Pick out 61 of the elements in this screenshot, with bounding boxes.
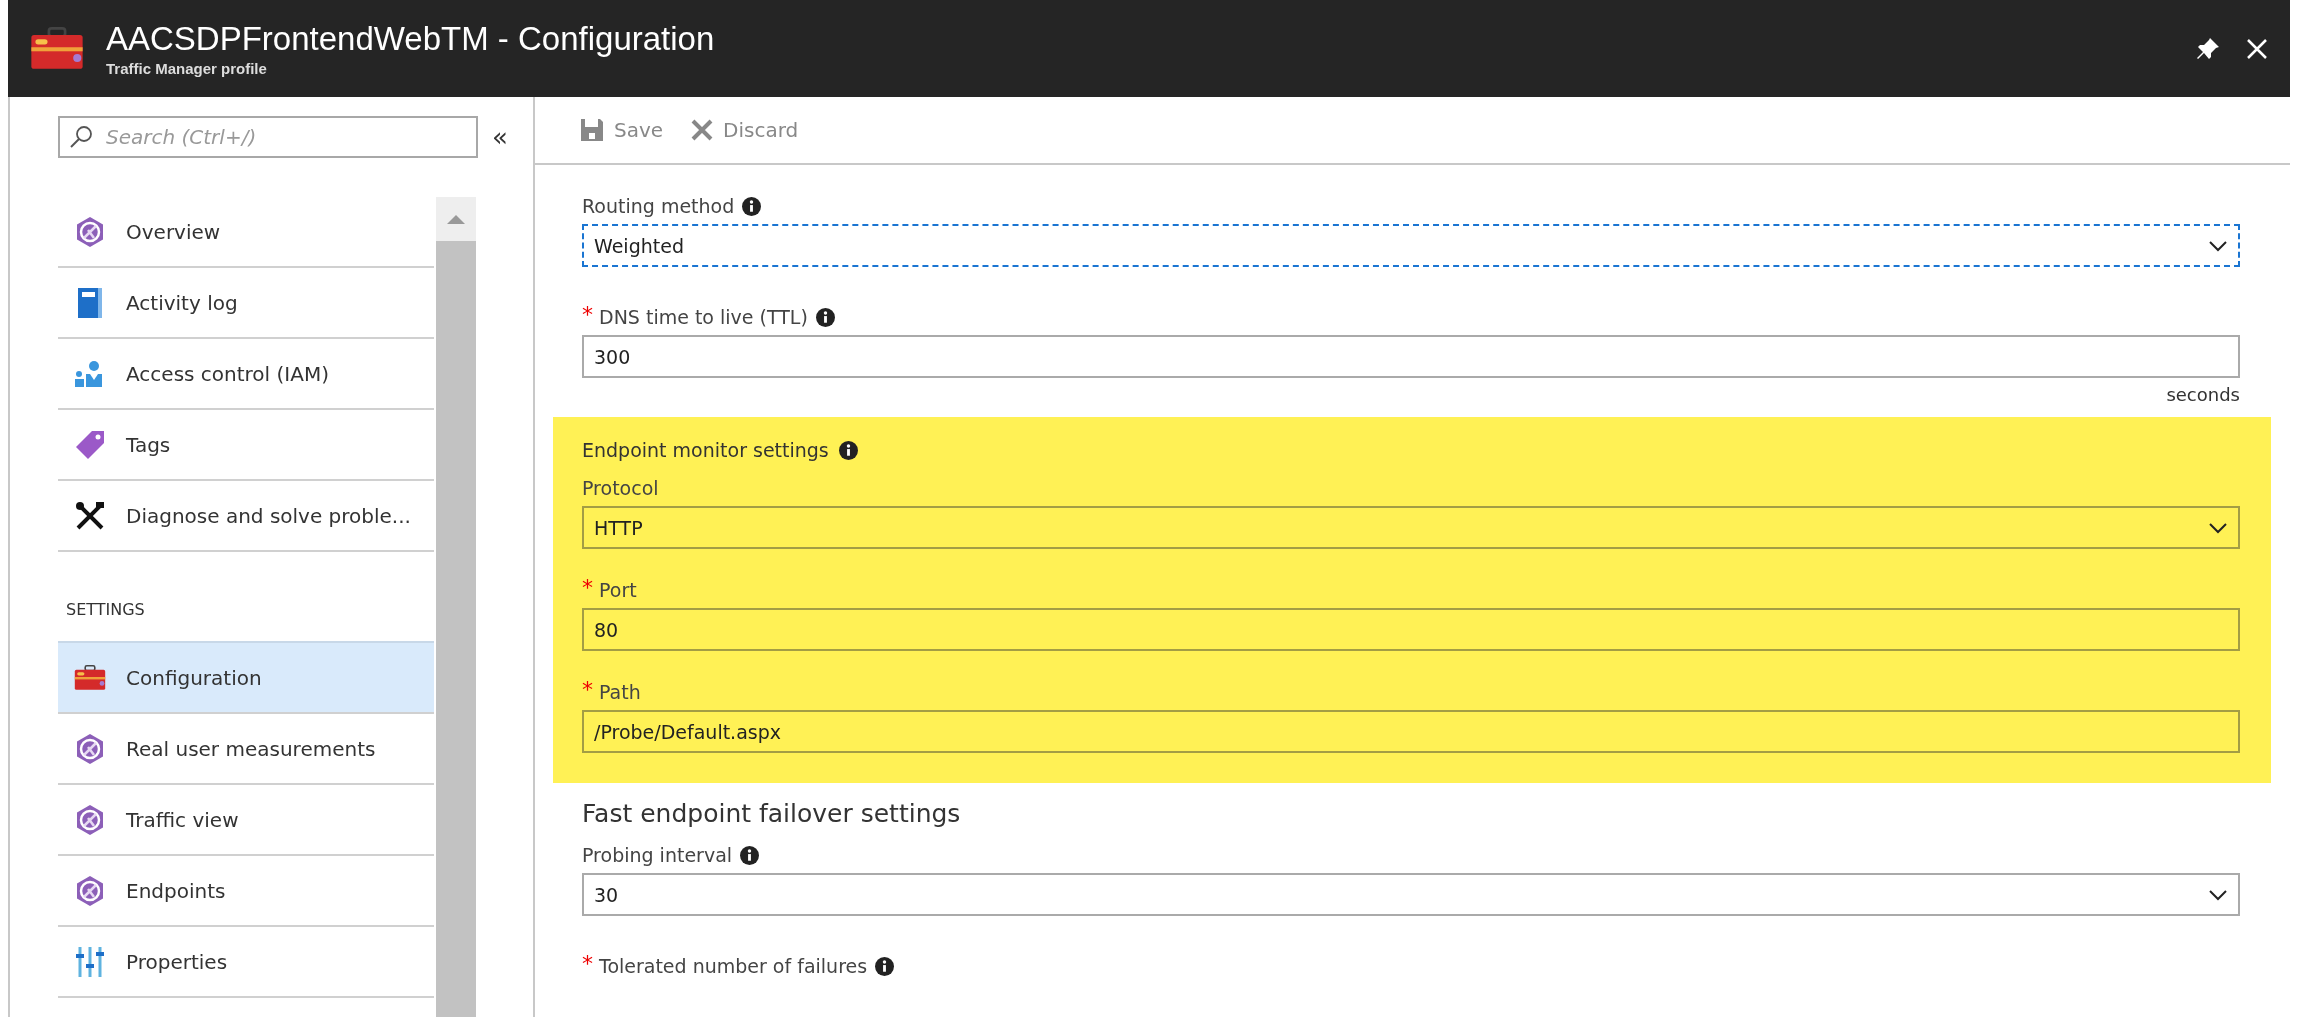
section-header: SETTINGS [66,600,145,619]
menu-item[interactable]: Properties [58,927,434,998]
tools-icon [74,499,106,532]
input-field[interactable]: 300 [582,335,2240,378]
info-icon[interactable] [815,307,835,327]
field-label: DNS time to live (TTL) [599,306,808,328]
required-mark: * [582,301,593,327]
info-icon[interactable] [742,196,762,216]
page-subtitle: Traffic Manager profile [106,60,268,77]
close-button[interactable] [2246,37,2268,60]
search-icon [69,125,93,149]
info-icon[interactable] [838,440,858,460]
pin-button[interactable] [2196,36,2220,61]
field-label: Path [599,681,641,703]
unit-label: seconds [2166,384,2240,405]
field-label: Port [599,579,637,601]
page-title: AACSDPFrontendWebTM - Configuration [106,20,716,58]
globe-icon [74,803,106,836]
menu-item[interactable]: Overview [58,197,434,268]
menu-item[interactable]: Configuration [58,641,434,714]
dropdown[interactable]: HTTP [582,506,2240,549]
section-heading: Endpoint monitor settings [582,439,829,461]
required-mark: * [582,676,593,702]
collapse-button[interactable]: « [492,122,508,152]
field-label: Probing interval [582,844,733,866]
pin-icon [2196,36,2220,61]
save-icon [580,118,604,142]
menu-item[interactable]: Activity log [58,268,434,339]
menu-item[interactable]: Traffic view [58,785,434,856]
menu-item[interactable]: Endpoints [58,856,434,927]
required-mark: * [582,574,593,600]
sliders-icon [76,945,104,978]
book-icon [77,286,103,319]
chevron-down-icon [2208,888,2228,901]
scroll-bar[interactable] [436,197,476,1017]
input-field[interactable]: 80 [582,608,2240,651]
input-field[interactable]: /Probe/Default.aspx [582,710,2240,753]
toolbox-icon [30,26,84,71]
globe-icon [74,732,106,765]
close-icon [2246,37,2268,60]
menu-item[interactable]: Diagnose and solve proble... [58,481,434,552]
field-label: Protocol [582,477,659,499]
menu-item[interactable]: Tags [58,410,434,481]
chevron-down-icon [2208,239,2228,252]
close-icon [691,119,714,141]
field-label: Tolerated number of failures [599,955,868,977]
dropdown[interactable]: Weighted [582,224,2240,267]
info-icon[interactable] [740,845,760,865]
search-field[interactable]: Search (Ctrl+/) [58,116,478,158]
globe-icon [74,874,106,907]
info-icon[interactable] [875,956,895,976]
menu-item[interactable]: Real user measurements [58,714,434,785]
menu-item[interactable]: Access control (IAM) [58,339,434,410]
section-heading: Fast endpoint failover settings [582,799,962,828]
field-label: Routing method [582,195,735,217]
dropdown[interactable]: 30 [582,873,2240,916]
required-mark: * [582,950,593,976]
toolbox-icon [74,664,106,691]
globe-icon [74,215,106,248]
tag-icon [74,428,106,461]
chevron-down-icon [2208,521,2228,534]
